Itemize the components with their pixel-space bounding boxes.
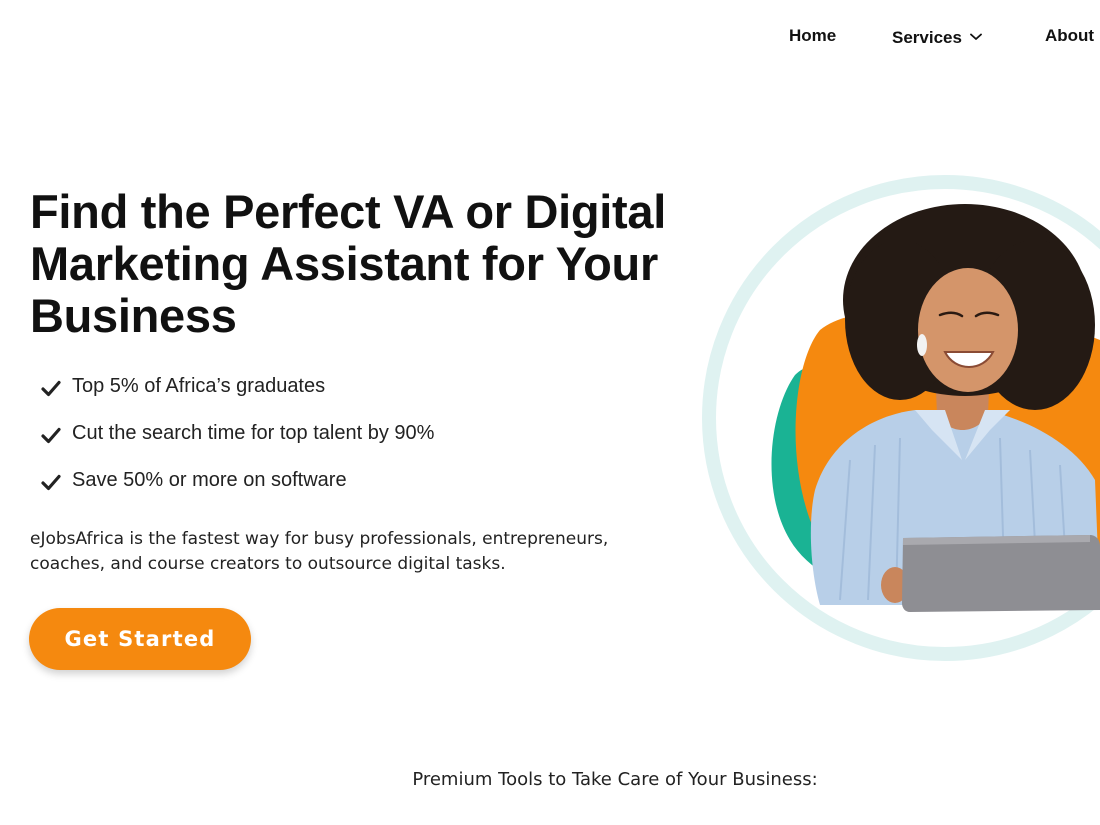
nav-item-services[interactable]: Services bbox=[892, 26, 982, 48]
feature-item: Save 50% or more on software bbox=[40, 466, 434, 513]
feature-text: Save 50% or more on software bbox=[72, 469, 347, 491]
feature-item: Cut the search time for top talent by 90… bbox=[40, 419, 434, 466]
check-icon bbox=[41, 380, 61, 397]
hero-headline-line: Business bbox=[30, 289, 237, 342]
hero-image bbox=[702, 175, 1100, 661]
hero-headline: Find the Perfect VA or Digital Marketing… bbox=[30, 186, 710, 342]
chevron-down-icon[interactable] bbox=[970, 26, 982, 46]
nav-item-services-label: Services bbox=[892, 28, 962, 47]
earbud bbox=[917, 334, 927, 356]
premium-tools-heading: Premium Tools to Take Care of Your Busin… bbox=[412, 769, 818, 790]
hero-headline-line: Marketing Assistant for Your bbox=[30, 237, 658, 290]
woman-face bbox=[918, 268, 1018, 392]
laptop bbox=[902, 535, 1100, 612]
top-navigation: Home Services About bbox=[0, 0, 1100, 72]
feature-text: Top 5% of Africa’s graduates bbox=[72, 375, 326, 397]
hero-description: eJobsAfrica is the fastest way for busy … bbox=[30, 529, 609, 574]
get-started-button[interactable]: Get Started bbox=[29, 608, 251, 670]
check-icon bbox=[41, 427, 61, 444]
nav-item-about[interactable]: About bbox=[1045, 26, 1094, 46]
check-icon bbox=[41, 474, 61, 491]
feature-item: Top 5% of Africa’s graduates bbox=[40, 372, 434, 419]
nav-item-home[interactable]: Home bbox=[789, 26, 836, 46]
feature-text: Cut the search time for top talent by 90… bbox=[72, 422, 435, 444]
feature-list: Top 5% of Africa’s graduates Cut the sea… bbox=[40, 372, 434, 513]
hero-headline-line: Find the Perfect VA or Digital bbox=[30, 185, 667, 238]
